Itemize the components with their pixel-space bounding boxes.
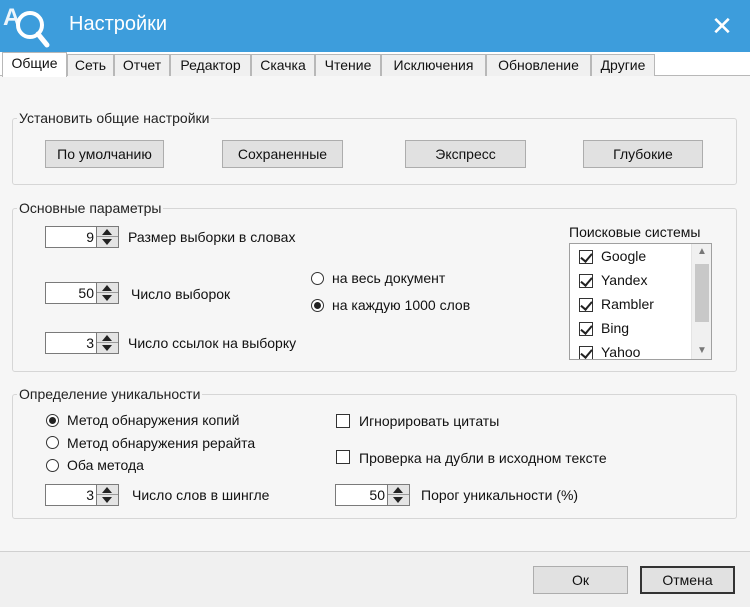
increment-button[interactable]: [388, 485, 409, 495]
ignore-quotes-label: Игнорировать цитаты: [359, 413, 500, 429]
uniqueness-legend: Определение уникальности: [19, 386, 201, 402]
both-methods-radio[interactable]: [46, 459, 59, 472]
ignore-quotes-checkbox[interactable]: [336, 414, 350, 428]
arrow-up-icon: [102, 285, 112, 291]
scope-whole-document-label: на весь документ: [332, 270, 446, 286]
copy-detection-label: Метод обнаружения копий: [67, 412, 240, 428]
scroll-thumb[interactable]: [695, 264, 709, 322]
both-methods-label: Оба метода: [67, 457, 144, 473]
google-checkbox[interactable]: [579, 250, 593, 264]
tab-bar: Общие Сеть Отчет Редактор Скачка Чтение …: [0, 52, 750, 77]
links-per-sample-stepper[interactable]: 3: [45, 332, 119, 354]
arrow-down-icon: [102, 497, 112, 503]
increment-button[interactable]: [97, 485, 118, 495]
rewrite-detection-label: Метод обнаружения рерайта: [67, 435, 256, 451]
yandex-checkbox[interactable]: [579, 274, 593, 288]
decrement-button[interactable]: [388, 495, 409, 505]
yahoo-label: Yahoo: [601, 344, 641, 360]
yandex-label: Yandex: [601, 272, 648, 288]
uniqueness-threshold-label: Порог уникальности (%): [421, 487, 579, 503]
ok-button[interactable]: Ок: [533, 566, 628, 594]
window-title: Настройки: [69, 13, 168, 35]
check-duplicates-label: Проверка на дубли в исходном тексте: [359, 450, 607, 466]
basic-params-legend: Основные параметры: [19, 200, 162, 216]
sample-size-value: 9: [86, 229, 94, 245]
decrement-button[interactable]: [97, 343, 118, 353]
uniqueness-threshold-value: 50: [369, 487, 385, 503]
rambler-label: Rambler: [601, 296, 654, 312]
sample-size-stepper[interactable]: 9: [45, 226, 119, 248]
arrow-down-icon: [393, 497, 403, 503]
list-item[interactable]: Yandex: [570, 270, 690, 294]
sample-size-label: Размер выборки в словах: [128, 229, 296, 245]
arrow-down-icon: [102, 239, 112, 245]
rewrite-detection-radio[interactable]: [46, 436, 59, 449]
shingle-words-label: Число слов в шингле: [132, 487, 270, 503]
arrow-down-icon: [102, 295, 112, 301]
arrow-up-icon: [102, 335, 112, 341]
dialog-footer: [0, 552, 750, 607]
tab-exclusions[interactable]: Исключения: [381, 54, 486, 76]
scroll-down-icon[interactable]: ▼: [692, 343, 711, 359]
search-engines-scrollbar[interactable]: ▲ ▼: [691, 244, 711, 359]
express-preset-button[interactable]: Экспресс: [405, 140, 526, 168]
google-label: Google: [601, 248, 647, 264]
increment-button[interactable]: [97, 283, 118, 293]
decrement-button[interactable]: [97, 237, 118, 247]
deep-preset-button[interactable]: Глубокие: [583, 140, 703, 168]
close-icon[interactable]: ✕: [700, 6, 744, 46]
decrement-button[interactable]: [97, 293, 118, 303]
list-item[interactable]: Rambler: [570, 294, 690, 318]
presets-legend: Установить общие настройки: [19, 110, 210, 126]
shingle-words-stepper[interactable]: 3: [45, 484, 119, 506]
sample-count-value: 50: [78, 285, 94, 301]
rambler-checkbox[interactable]: [579, 298, 593, 312]
scroll-up-icon[interactable]: ▲: [692, 244, 711, 260]
copy-detection-radio[interactable]: [46, 414, 59, 427]
increment-button[interactable]: [97, 227, 118, 237]
tab-reading[interactable]: Чтение: [315, 54, 381, 76]
check-duplicates-checkbox[interactable]: [336, 450, 350, 464]
links-per-sample-label: Число ссылок на выборку: [128, 335, 297, 351]
tab-report[interactable]: Отчет: [114, 54, 170, 76]
shingle-words-value: 3: [86, 487, 94, 503]
app-logo-icon: A: [3, 4, 50, 48]
yahoo-checkbox[interactable]: [579, 346, 593, 359]
list-item[interactable]: Bing: [570, 318, 690, 342]
arrow-down-icon: [102, 345, 112, 351]
title-bar: A Настройки ✕: [0, 0, 750, 52]
list-item[interactable]: Google: [570, 246, 690, 270]
scope-per-1000-words-label: на каждую 1000 слов: [332, 297, 471, 313]
tab-download[interactable]: Скачка: [251, 54, 315, 76]
sample-count-stepper[interactable]: 50: [45, 282, 119, 304]
search-engines-list[interactable]: Google Yandex Rambler Bing Yahoo ▲ ▼: [569, 243, 712, 360]
uniqueness-threshold-stepper[interactable]: 50: [335, 484, 410, 506]
decrement-button[interactable]: [97, 495, 118, 505]
tab-other[interactable]: Другие: [591, 54, 655, 76]
list-item[interactable]: Yahoo: [570, 342, 690, 360]
scope-per-1000-words-radio[interactable]: [311, 299, 324, 312]
arrow-up-icon: [393, 487, 403, 493]
increment-button[interactable]: [97, 333, 118, 343]
search-engines-title: Поисковые системы: [569, 224, 701, 240]
cancel-button[interactable]: Отмена: [640, 566, 735, 594]
tab-editor[interactable]: Редактор: [170, 54, 251, 76]
tab-general[interactable]: Общие: [2, 52, 67, 77]
bing-checkbox[interactable]: [579, 322, 593, 336]
tab-update[interactable]: Обновление: [486, 54, 591, 76]
saved-preset-button[interactable]: Сохраненные: [222, 140, 343, 168]
scope-whole-document-radio[interactable]: [311, 272, 324, 285]
arrow-up-icon: [102, 487, 112, 493]
links-per-sample-value: 3: [86, 335, 94, 351]
arrow-up-icon: [102, 229, 112, 235]
sample-count-label: Число выборок: [131, 286, 231, 302]
bing-label: Bing: [601, 320, 630, 336]
default-preset-button[interactable]: По умолчанию: [45, 140, 164, 168]
tab-network[interactable]: Сеть: [67, 54, 114, 76]
